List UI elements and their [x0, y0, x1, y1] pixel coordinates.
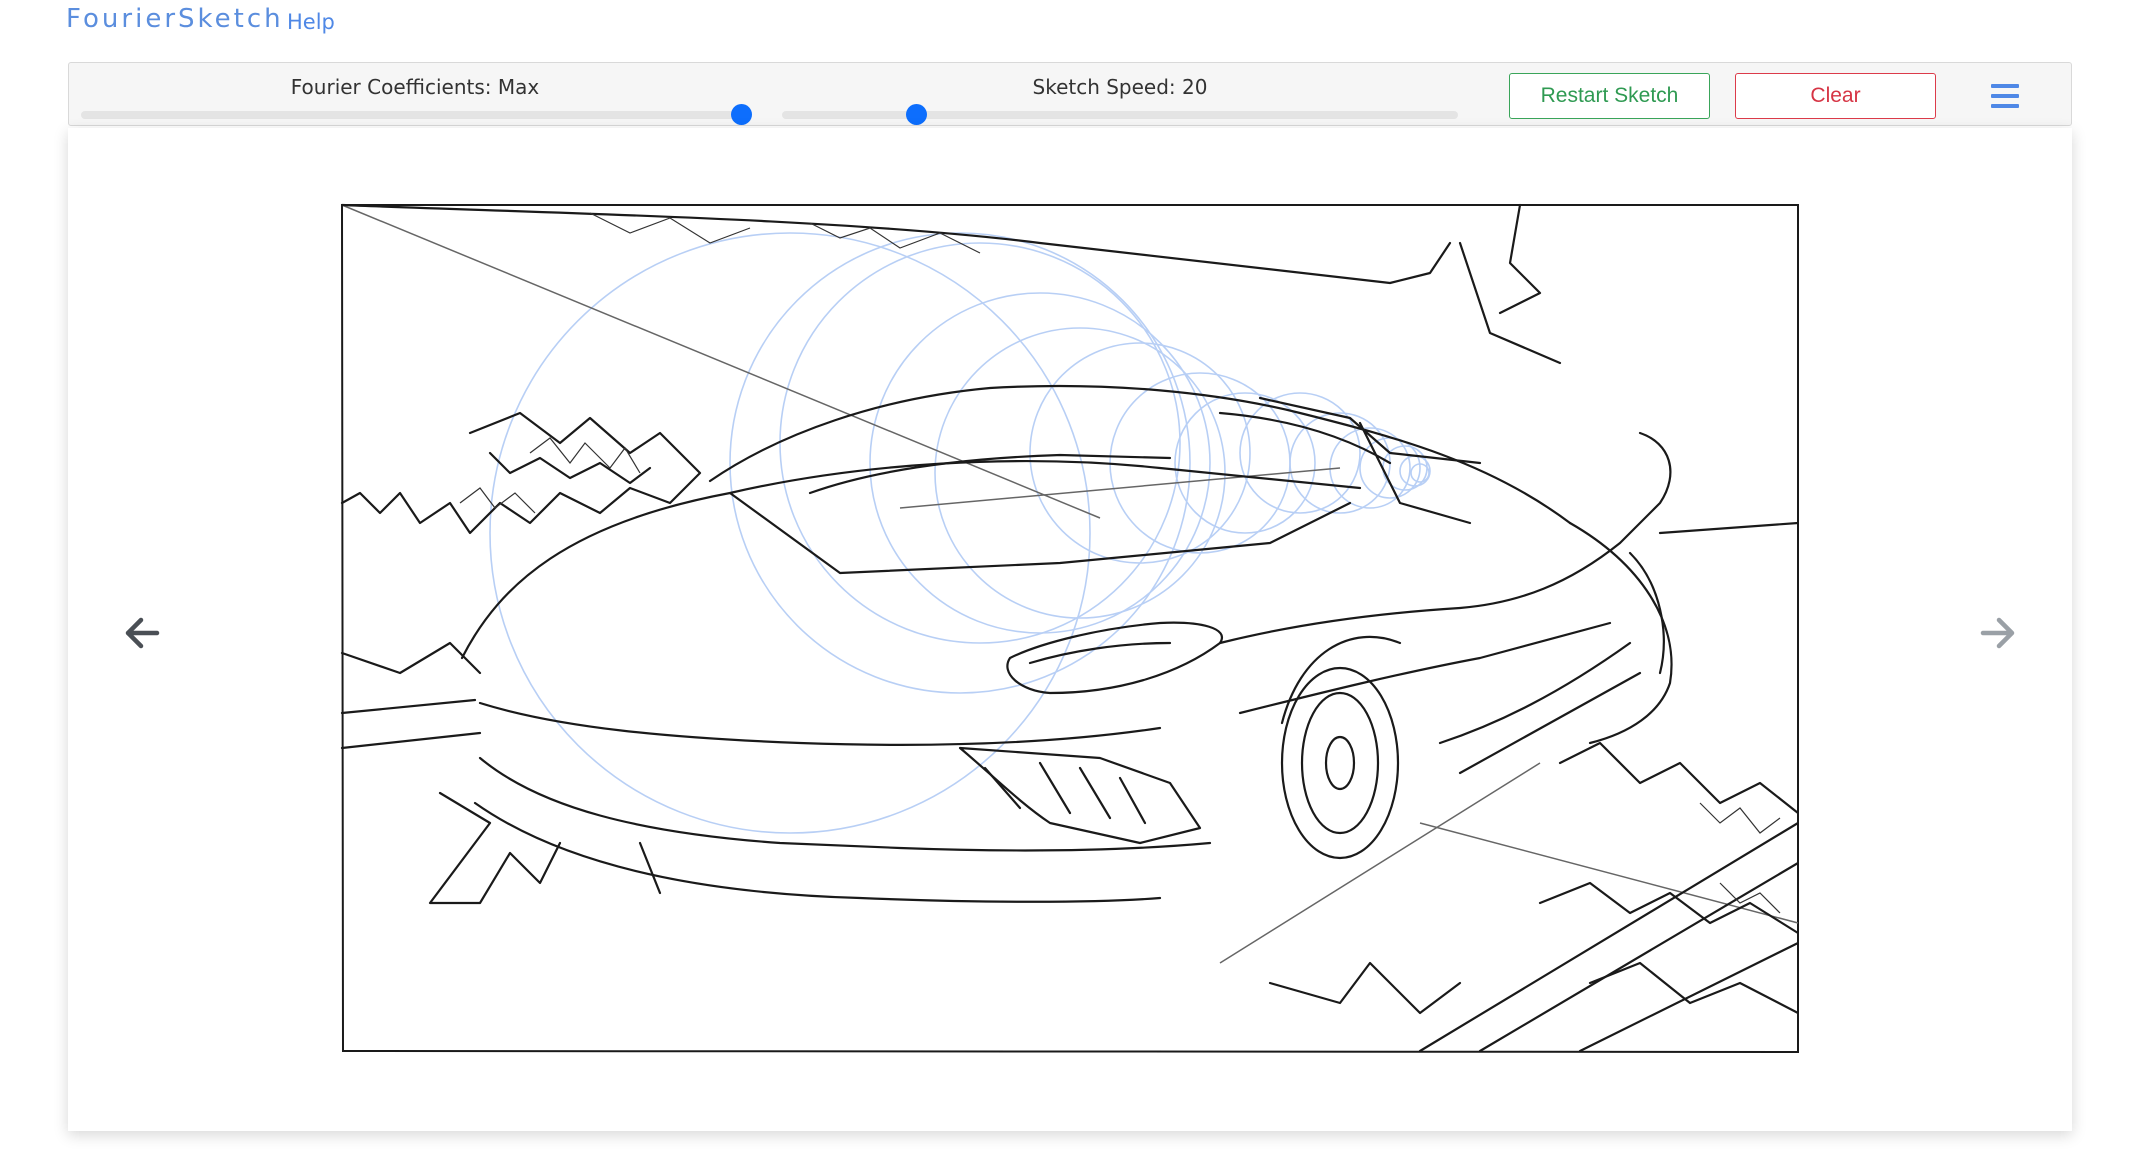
page: FourierSketch Help Fourier Coefficients:… — [0, 0, 2135, 1170]
arrow-right-icon[interactable] — [1968, 603, 2028, 663]
sketch-canvas[interactable] — [340, 203, 1800, 1054]
car-outline — [340, 203, 1800, 1053]
arrow-left-icon[interactable] — [112, 603, 172, 663]
coefficients-slider[interactable]: Fourier Coefficients: Max — [81, 69, 753, 125]
coefficients-track[interactable] — [81, 111, 749, 119]
brand-logo[interactable]: FourierSketch — [66, 4, 284, 34]
speed-slider[interactable]: Sketch Speed: 20 — [782, 69, 1458, 125]
speed-label: Sketch Speed: 20 — [1032, 75, 1208, 99]
restart-sketch-button[interactable]: Restart Sketch — [1509, 73, 1710, 119]
clear-button[interactable]: Clear — [1735, 73, 1936, 119]
speed-track[interactable] — [782, 111, 1458, 119]
coefficients-label: Fourier Coefficients: Max — [290, 75, 540, 99]
help-link[interactable]: Help — [287, 10, 335, 34]
toolbar: Fourier Coefficients: Max Sketch Speed: … — [68, 62, 2072, 126]
speed-thumb[interactable] — [906, 104, 928, 125]
sketch-card — [68, 128, 2072, 1131]
car-sketch-drawing — [340, 203, 1800, 1054]
coefficients-thumb[interactable] — [731, 104, 753, 125]
top-nav: FourierSketch Help — [0, 0, 2135, 50]
hamburger-menu-icon[interactable] — [1985, 81, 2025, 111]
